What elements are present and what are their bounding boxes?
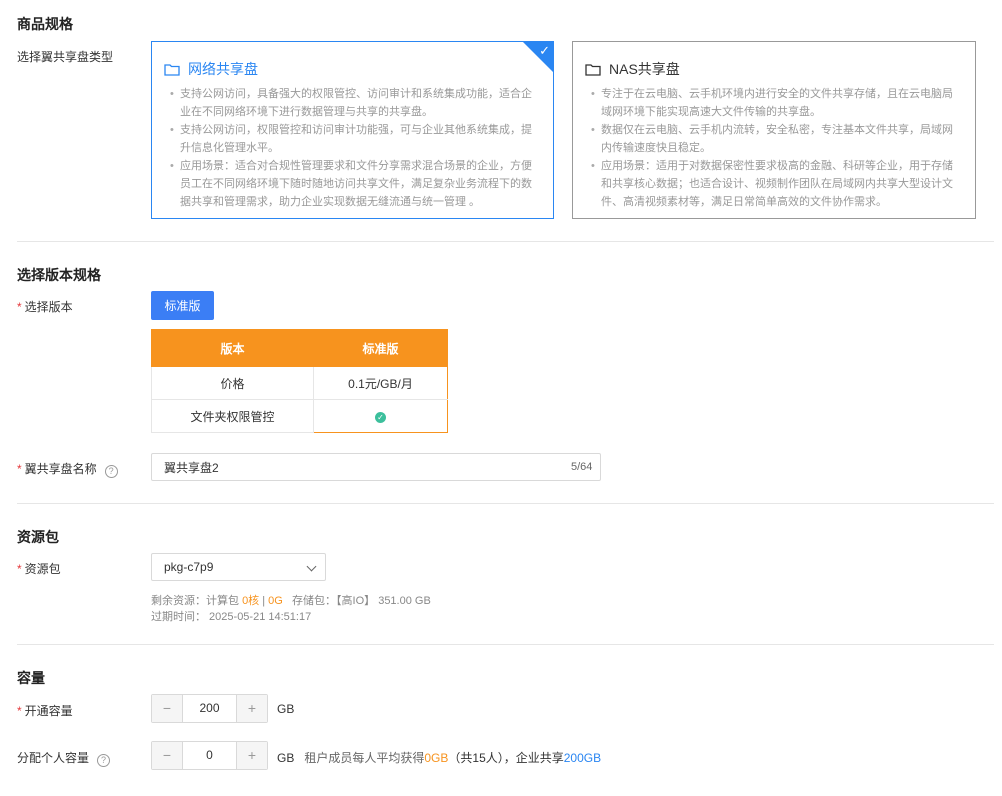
folder-icon <box>164 63 180 76</box>
resource-label: * 资源包 <box>17 562 61 576</box>
resource-package-select[interactable]: pkg-c7p9 <box>151 553 326 581</box>
plus-button[interactable]: + <box>237 695 267 722</box>
check-icon: ✓ <box>539 43 550 58</box>
table-cell: 文件夹权限管控 <box>151 399 314 433</box>
folder-icon <box>585 63 601 76</box>
section-title-version: 选择版本规格 <box>17 267 101 283</box>
table-header: 标准版 <box>313 329 448 367</box>
card-bullet: 数据仅在云电脑、云手机内流转，安全私密，专注基本文件共享，局域网内传输速度快且稳… <box>585 121 963 157</box>
type-label: 选择翼共享盘类型 <box>17 50 114 64</box>
card-title: 网络共享盘 <box>188 61 258 77</box>
section-title-resource: 资源包 <box>17 529 59 545</box>
version-table: 版本 标准版 价格 0.1元/GB/月 文件夹权限管控 ✓ <box>151 329 448 433</box>
card-bullet: 支持公网访问，具备强大的权限管控、访问审计和系统集成功能，适合企业在不同网络环境… <box>164 85 541 121</box>
open-capacity-label: * 开通容量 <box>17 704 73 718</box>
card-bullet: 支持公网访问，权限管控和访问审计功能强，可与企业其他系统集成，提升信息化管理水平… <box>164 121 541 157</box>
help-icon[interactable]: ? <box>104 465 118 478</box>
card-nas-share[interactable]: NAS共享盘 专注于在云电脑、云手机环境内进行安全的文件共享存储，且在云电脑局域… <box>572 41 976 219</box>
table-row: 价格 0.1元/GB/月 <box>151 366 448 400</box>
select-value: pkg-c7p9 <box>164 560 214 574</box>
share-name-input[interactable] <box>151 453 601 481</box>
divider <box>17 503 994 504</box>
table-header: 版本 <box>151 329 314 367</box>
table-cell: 0.1元/GB/月 <box>313 366 448 400</box>
open-capacity-stepper[interactable]: − 200 + <box>151 694 268 723</box>
stepper-value[interactable]: 0 <box>182 742 237 769</box>
standard-version-button[interactable]: 标准版 <box>151 291 214 320</box>
card-title: NAS共享盘 <box>609 61 680 77</box>
chevron-down-icon <box>306 561 317 572</box>
name-label: * 翼共享盘名称? <box>17 460 118 478</box>
personal-capacity-stepper[interactable]: − 0 + <box>151 741 268 770</box>
check-circle-icon: ✓ <box>375 412 386 423</box>
table-cell: 价格 <box>151 366 314 400</box>
table-cell: ✓ <box>313 399 448 433</box>
section-title-spec: 商品规格 <box>17 16 73 32</box>
minus-button[interactable]: − <box>152 742 182 769</box>
card-bullet: 应用场景：适合对合规性管理要求和文件分享需求混合场景的企业，方便员工在不同网络环… <box>164 157 541 211</box>
expire-time: 过期时间： 2025-05-21 14:51:17 <box>151 611 312 623</box>
plus-button[interactable]: + <box>237 742 267 769</box>
stepper-value[interactable]: 200 <box>182 695 237 722</box>
section-title-capacity: 容量 <box>17 670 45 686</box>
divider <box>17 241 994 242</box>
char-counter: 5/64 <box>571 461 593 473</box>
card-network-share[interactable]: ✓ 网络共享盘 支持公网访问，具备强大的权限管控、访问审计和系统集成功能，适合企… <box>151 41 554 219</box>
help-icon[interactable]: ? <box>97 754 111 767</box>
table-row: 文件夹权限管控 ✓ <box>151 399 448 433</box>
personal-capacity-note: GB 租户成员每人平均获得0GB（共15人），企业共享200GB <box>277 751 602 765</box>
personal-capacity-label: 分配个人容量? <box>17 749 111 767</box>
version-label: * 选择版本 <box>17 300 73 314</box>
divider <box>17 644 994 645</box>
card-bullet: 专注于在云电脑、云手机环境内进行安全的文件共享存储，且在云电脑局域网环境下能实现… <box>585 85 963 121</box>
card-bullet: 应用场景：适用于对数据保密性要求极高的金融、科研等企业，用于存储和共享核心数据；… <box>585 157 963 211</box>
minus-button[interactable]: − <box>152 695 182 722</box>
unit-label: GB <box>277 702 295 716</box>
remaining-resources: 剩余资源：计算包 0核 | 0G 存储包：【高IO】 351.00 GB <box>151 595 431 607</box>
